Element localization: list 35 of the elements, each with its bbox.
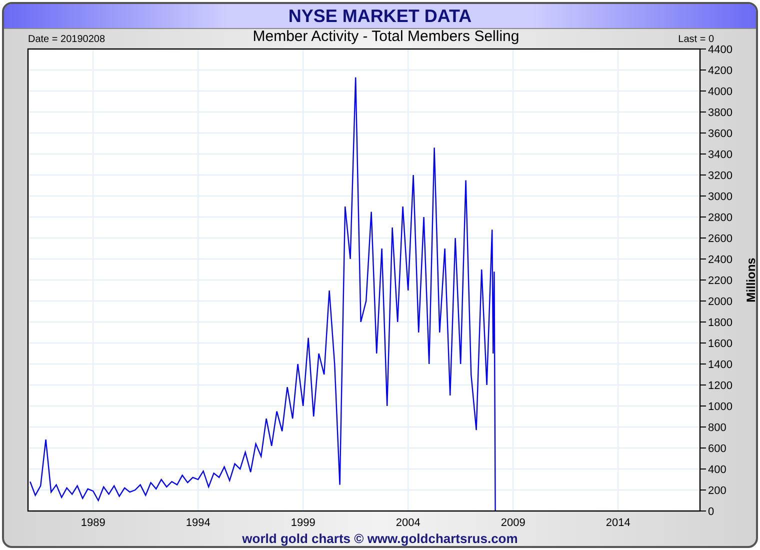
x-tick-label: 1994 (186, 517, 210, 529)
y-tick-label: 0 (708, 506, 714, 518)
y-tick-label: 1600 (708, 338, 732, 350)
credit-text: world gold charts © www.goldchartsrus.com (241, 531, 519, 546)
y-tick-label: 2800 (708, 212, 732, 224)
x-tick-label: 2004 (396, 517, 420, 529)
y-tick-label: 1200 (708, 380, 732, 392)
x-tick-label: 2014 (606, 517, 630, 529)
y-tick-label: 1800 (708, 317, 732, 329)
y-tick-label: 4000 (708, 86, 732, 98)
y-tick-label: 2000 (708, 296, 732, 308)
y-tick-label: 4400 (708, 45, 732, 56)
x-tick-label: 2009 (500, 517, 526, 529)
y-tick-label: 3200 (708, 170, 732, 182)
x-tick-label: 1989 (80, 517, 106, 529)
y-tick-label: 3400 (708, 149, 732, 161)
y-tick-label: 400 (708, 464, 726, 476)
y-tick-label: 1400 (708, 359, 732, 371)
date-label: Date = 20190208 (28, 34, 106, 45)
y-tick-label: 1000 (708, 401, 732, 413)
y-tick-label: 3800 (708, 107, 732, 119)
chart-title: Member Activity - Total Members Selling (252, 29, 520, 45)
last-value: Last = 0 (677, 34, 715, 45)
y-tick-label: 3000 (708, 191, 732, 203)
page-title: NYSE MARKET DATA (288, 6, 472, 26)
y-tick-label: 3600 (708, 128, 732, 140)
x-tick-label: 1999 (290, 517, 316, 529)
y-tick-label: 200 (708, 485, 726, 497)
axis-label: Millions (744, 258, 756, 302)
y-tick-label: 2600 (708, 233, 732, 245)
y-tick-label: 2400 (708, 254, 732, 266)
y-tick-label: 600 (708, 443, 726, 455)
y-tick-label: 800 (708, 422, 726, 434)
y-tick-label: 4200 (708, 65, 732, 77)
y-tick-label: 2200 (708, 275, 732, 287)
